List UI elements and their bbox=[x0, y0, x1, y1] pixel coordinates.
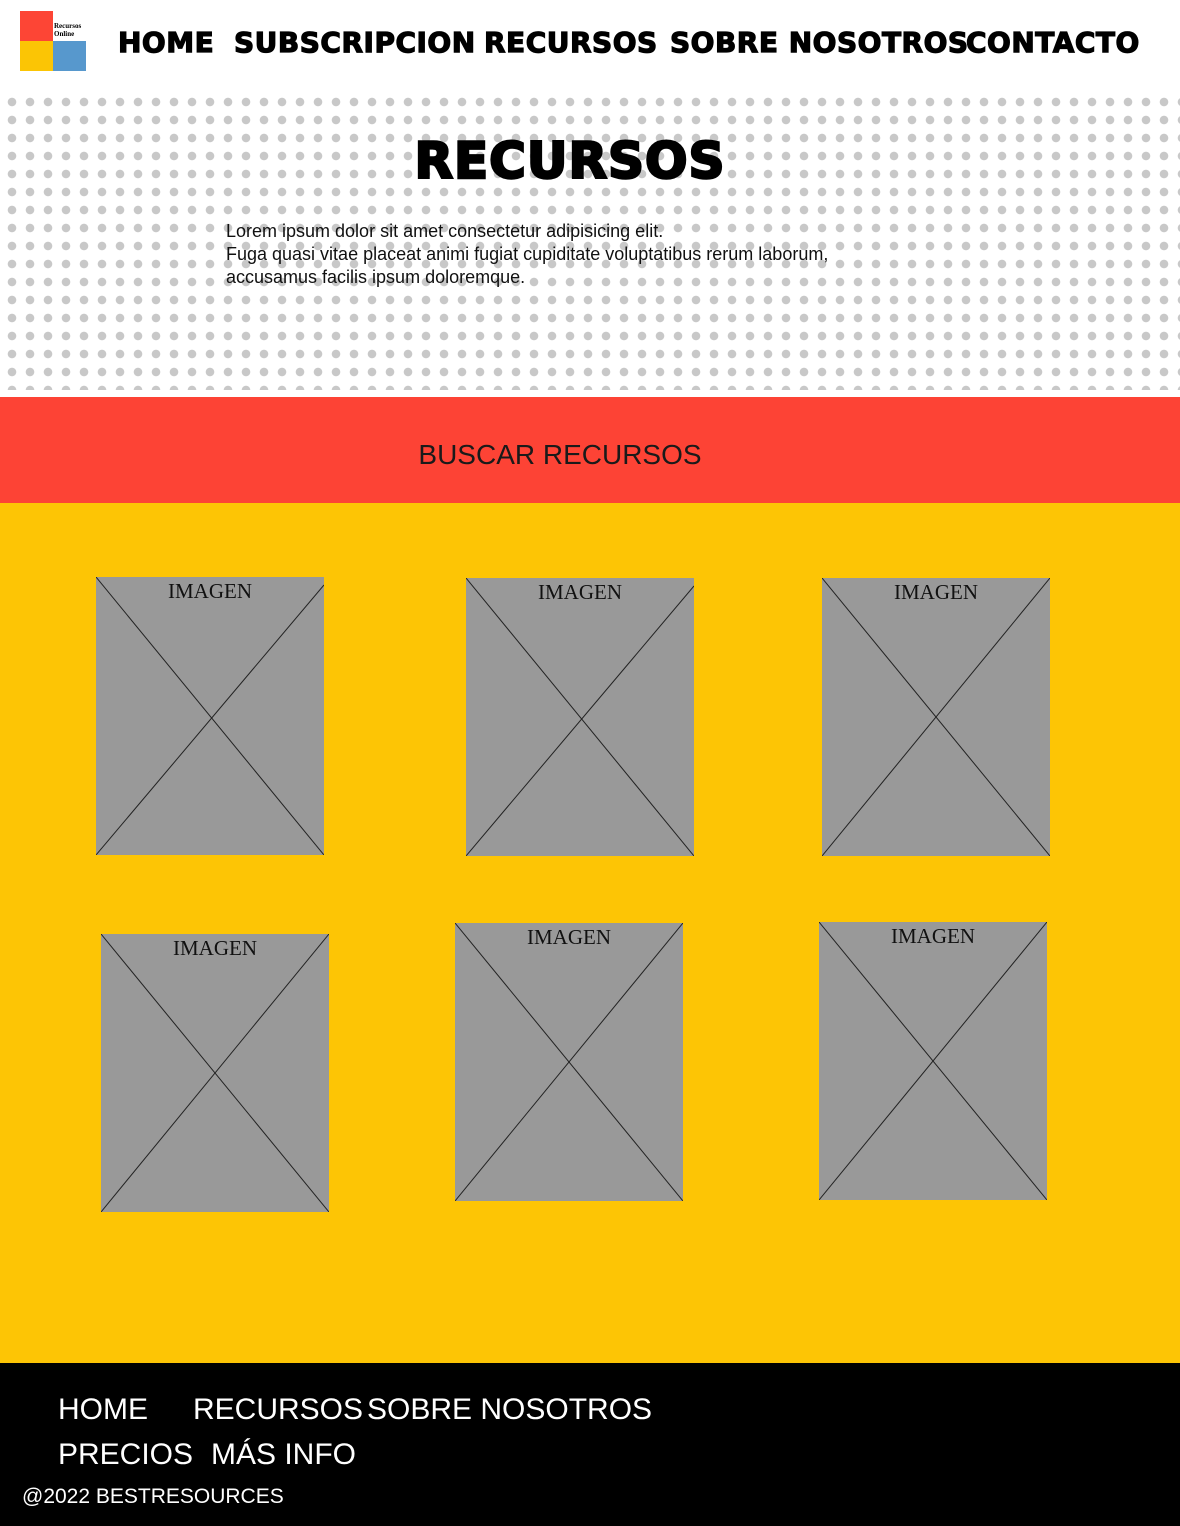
card-label: IMAGEN bbox=[527, 925, 611, 949]
image-placeholder-icon bbox=[455, 923, 683, 1201]
logo-text-line1: Recursos bbox=[54, 22, 82, 30]
resource-card[interactable]: IMAGEN bbox=[822, 578, 1050, 856]
nav-contacto[interactable]: CONTACTO bbox=[965, 25, 1140, 59]
resource-card[interactable]: IMAGEN bbox=[819, 922, 1047, 1200]
site-footer: HOME RECURSOS SOBRE NOSOTROS PRECIOS MÁS… bbox=[0, 1363, 1180, 1526]
resource-card[interactable]: IMAGEN bbox=[96, 577, 324, 855]
hero-description: Lorem ipsum dolor sit amet consectetur a… bbox=[226, 220, 946, 289]
logo-red-square bbox=[20, 11, 53, 41]
footer-link-sobre-nosotros[interactable]: SOBRE NOSOTROS bbox=[367, 1393, 652, 1427]
logo-text-line2: Online bbox=[54, 30, 75, 38]
footer-link-recursos[interactable]: RECURSOS bbox=[193, 1393, 363, 1427]
card-label: IMAGEN bbox=[538, 580, 622, 604]
card-label: IMAGEN bbox=[173, 936, 257, 960]
nav-home[interactable]: HOME bbox=[117, 25, 214, 59]
resource-card[interactable]: IMAGEN bbox=[455, 923, 683, 1201]
image-placeholder-icon bbox=[96, 577, 324, 855]
search-resources-button[interactable]: BUSCAR RECURSOS bbox=[0, 439, 1120, 471]
hero-line-2: Fuga quasi vitae placeat animi fugiat cu… bbox=[226, 244, 829, 264]
image-placeholder-icon bbox=[819, 922, 1047, 1200]
site-header: Recursos Online HOME SUBSCRIPCION RECURS… bbox=[0, 0, 1180, 90]
card-label: IMAGEN bbox=[894, 580, 978, 604]
image-placeholder-icon bbox=[466, 578, 694, 856]
site-logo[interactable]: Recursos Online bbox=[20, 11, 88, 71]
card-label: IMAGEN bbox=[891, 924, 975, 948]
copyright-text: @2022 BESTRESOURCES bbox=[22, 1485, 284, 1508]
footer-link-home[interactable]: HOME bbox=[58, 1393, 148, 1427]
resource-card[interactable]: IMAGEN bbox=[466, 578, 694, 856]
resources-grid: IMAGEN IMAGEN IMAGEN IMAGEN IMAGEN IMAGE… bbox=[0, 503, 1180, 1363]
card-label: IMAGEN bbox=[168, 579, 252, 603]
nav-sobre-nosotros[interactable]: SOBRE NOSOTROS bbox=[669, 25, 968, 59]
nav-subscripcion[interactable]: SUBSCRIPCION bbox=[233, 25, 475, 59]
hero-line-3: accusamus facilis ipsum doloremque. bbox=[226, 267, 526, 287]
image-placeholder-icon bbox=[822, 578, 1050, 856]
footer-link-mas-info[interactable]: MÁS INFO bbox=[211, 1438, 356, 1472]
logo-yellow-square bbox=[20, 41, 53, 71]
hero-section: RECURSOS Lorem ipsum dolor sit amet cons… bbox=[0, 90, 1180, 390]
footer-link-precios[interactable]: PRECIOS bbox=[58, 1438, 193, 1472]
hero-line-1: Lorem ipsum dolor sit amet consectetur a… bbox=[226, 221, 664, 241]
search-band: BUSCAR RECURSOS bbox=[0, 397, 1180, 503]
nav-recursos[interactable]: RECURSOS bbox=[483, 25, 657, 59]
resource-card[interactable]: IMAGEN bbox=[101, 934, 329, 1212]
image-placeholder-icon bbox=[101, 934, 329, 1212]
logo-text: Recursos Online bbox=[54, 22, 88, 38]
logo-blue-square bbox=[53, 41, 86, 71]
page-title: RECURSOS bbox=[413, 131, 726, 192]
